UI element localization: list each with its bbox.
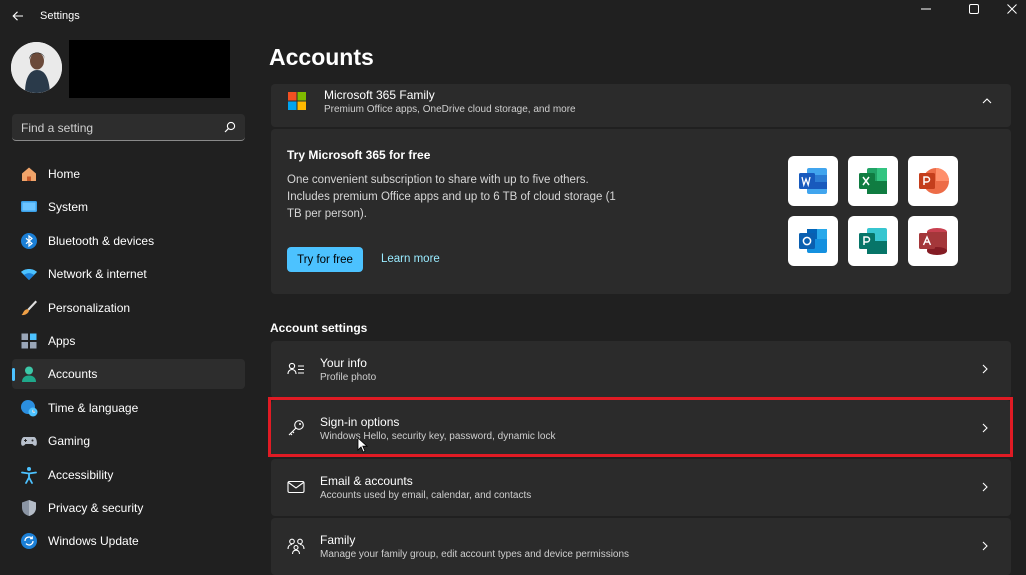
family-icon <box>287 538 305 555</box>
mail-icon <box>287 480 305 494</box>
update-icon <box>20 532 38 550</box>
person-card-icon <box>287 362 304 375</box>
try-for-free-button[interactable]: Try for free <box>287 247 363 272</box>
word-icon <box>799 168 827 194</box>
accessibility-icon <box>20 466 38 484</box>
sidebar-item-apps[interactable]: Apps <box>12 326 245 356</box>
sidebar-item-network[interactable]: Network & internet <box>12 259 245 289</box>
row-sign-in-options[interactable]: Sign-in options Windows Hello, security … <box>271 400 1011 457</box>
sidebar-item-label: Personalization <box>48 300 131 315</box>
app-title: Settings <box>40 10 80 22</box>
sidebar-item-time-language[interactable]: Time & language <box>12 393 245 423</box>
m365-subtitle: Premium Office apps, OneDrive cloud stor… <box>324 104 576 115</box>
bluetooth-icon <box>20 232 38 250</box>
m365-promo-title: Try Microsoft 365 for free <box>287 148 431 162</box>
row-email-accounts[interactable]: Email & accounts Accounts used by email,… <box>271 459 1011 516</box>
sidebar-item-label: Time & language <box>48 400 139 415</box>
mouse-cursor-icon <box>357 437 369 453</box>
app-tile-excel <box>848 156 898 206</box>
sidebar-item-gaming[interactable]: Gaming <box>12 426 245 456</box>
row-title: Family <box>320 533 356 547</box>
sidebar-item-label: System <box>48 200 89 215</box>
sidebar-item-label: Apps <box>48 333 76 348</box>
search-placeholder: Find a setting <box>21 121 94 135</box>
sidebar-item-label: Bluetooth & devices <box>48 233 155 248</box>
chevron-right-icon <box>982 482 988 492</box>
sidebar-nav: Home System Bluetooth & devices Network … <box>12 159 245 560</box>
sidebar-item-label: Home <box>48 167 81 181</box>
wifi-icon <box>20 265 38 283</box>
globe-clock-icon <box>20 399 38 417</box>
row-title: Your info <box>320 356 367 370</box>
row-subtitle: Manage your family group, edit account t… <box>320 549 630 560</box>
row-title: Email & accounts <box>320 474 413 488</box>
sidebar-item-system[interactable]: System <box>12 192 245 222</box>
minimize-button[interactable] <box>903 0 949 18</box>
app-tile-word <box>788 156 838 206</box>
m365-title: Microsoft 365 Family <box>324 88 435 102</box>
sidebar-item-label: Accounts <box>48 367 98 382</box>
app-tile-access <box>908 216 958 266</box>
excel-icon <box>859 168 887 194</box>
back-button[interactable] <box>9 7 27 25</box>
minimize-icon <box>921 8 931 10</box>
row-subtitle: Profile photo <box>320 372 377 383</box>
row-your-info[interactable]: Your info Profile photo <box>271 341 1011 398</box>
shield-icon <box>20 499 38 517</box>
search-icon <box>224 121 236 133</box>
close-icon <box>1007 4 1017 14</box>
chevron-right-icon <box>982 541 988 551</box>
sidebar-item-label: Windows Update <box>48 534 139 549</box>
row-title: Sign-in options <box>320 415 400 429</box>
m365-promo-description: One convenient subscription to share wit… <box>287 174 616 220</box>
outlook-icon <box>799 229 827 253</box>
chevron-right-icon <box>982 364 988 374</box>
microsoft-logo-icon <box>288 92 306 110</box>
app-tile-powerpoint <box>908 156 958 206</box>
chevron-right-icon <box>982 423 988 433</box>
home-icon <box>20 165 38 183</box>
search-input[interactable]: Find a setting <box>12 114 245 141</box>
m365-card-header[interactable]: Microsoft 365 Family Premium Office apps… <box>271 84 1011 127</box>
avatar-photo-icon <box>11 42 62 93</box>
system-icon <box>20 198 38 216</box>
learn-more-link[interactable]: Learn more <box>381 253 440 265</box>
page-title: Accounts <box>269 44 374 70</box>
gamepad-icon <box>20 432 38 450</box>
access-icon <box>919 228 947 255</box>
sidebar-item-label: Network & internet <box>48 267 147 282</box>
back-arrow-icon <box>12 11 23 21</box>
avatar[interactable] <box>11 42 62 93</box>
title-bar: Settings <box>0 0 1026 32</box>
profile-name-redacted <box>69 40 230 98</box>
sidebar-item-label: Privacy & security <box>48 500 144 515</box>
app-tile-publisher <box>848 216 898 266</box>
sidebar-item-bluetooth[interactable]: Bluetooth & devices <box>12 226 245 256</box>
app-tile-outlook <box>788 216 838 266</box>
sidebar-item-windows-update[interactable]: Windows Update <box>12 526 245 556</box>
row-subtitle: Windows Hello, security key, password, d… <box>320 431 556 442</box>
apps-icon <box>20 332 38 350</box>
chevron-up-icon <box>982 98 992 104</box>
row-family[interactable]: Family Manage your family group, edit ac… <box>271 518 1011 575</box>
m365-card-body: Try Microsoft 365 for free One convenien… <box>271 129 1011 294</box>
sidebar-item-personalization[interactable]: Personalization <box>12 293 245 323</box>
sidebar-item-label: Accessibility <box>48 467 114 482</box>
powerpoint-icon <box>919 168 949 194</box>
person-icon <box>20 365 38 383</box>
key-icon <box>288 420 304 436</box>
brush-icon <box>20 299 38 317</box>
sidebar-item-accessibility[interactable]: Accessibility <box>12 460 245 490</box>
publisher-icon <box>859 228 887 254</box>
sidebar-item-privacy-security[interactable]: Privacy & security <box>12 493 245 523</box>
section-heading-account-settings: Account settings <box>270 321 368 335</box>
close-button[interactable] <box>989 0 1026 18</box>
sidebar-item-label: Gaming <box>48 434 91 449</box>
sidebar-item-accounts[interactable]: Accounts <box>12 359 245 390</box>
maximize-icon <box>969 4 979 14</box>
sidebar-item-home[interactable]: Home <box>12 159 245 189</box>
row-subtitle: Accounts used by email, calendar, and co… <box>320 490 532 501</box>
